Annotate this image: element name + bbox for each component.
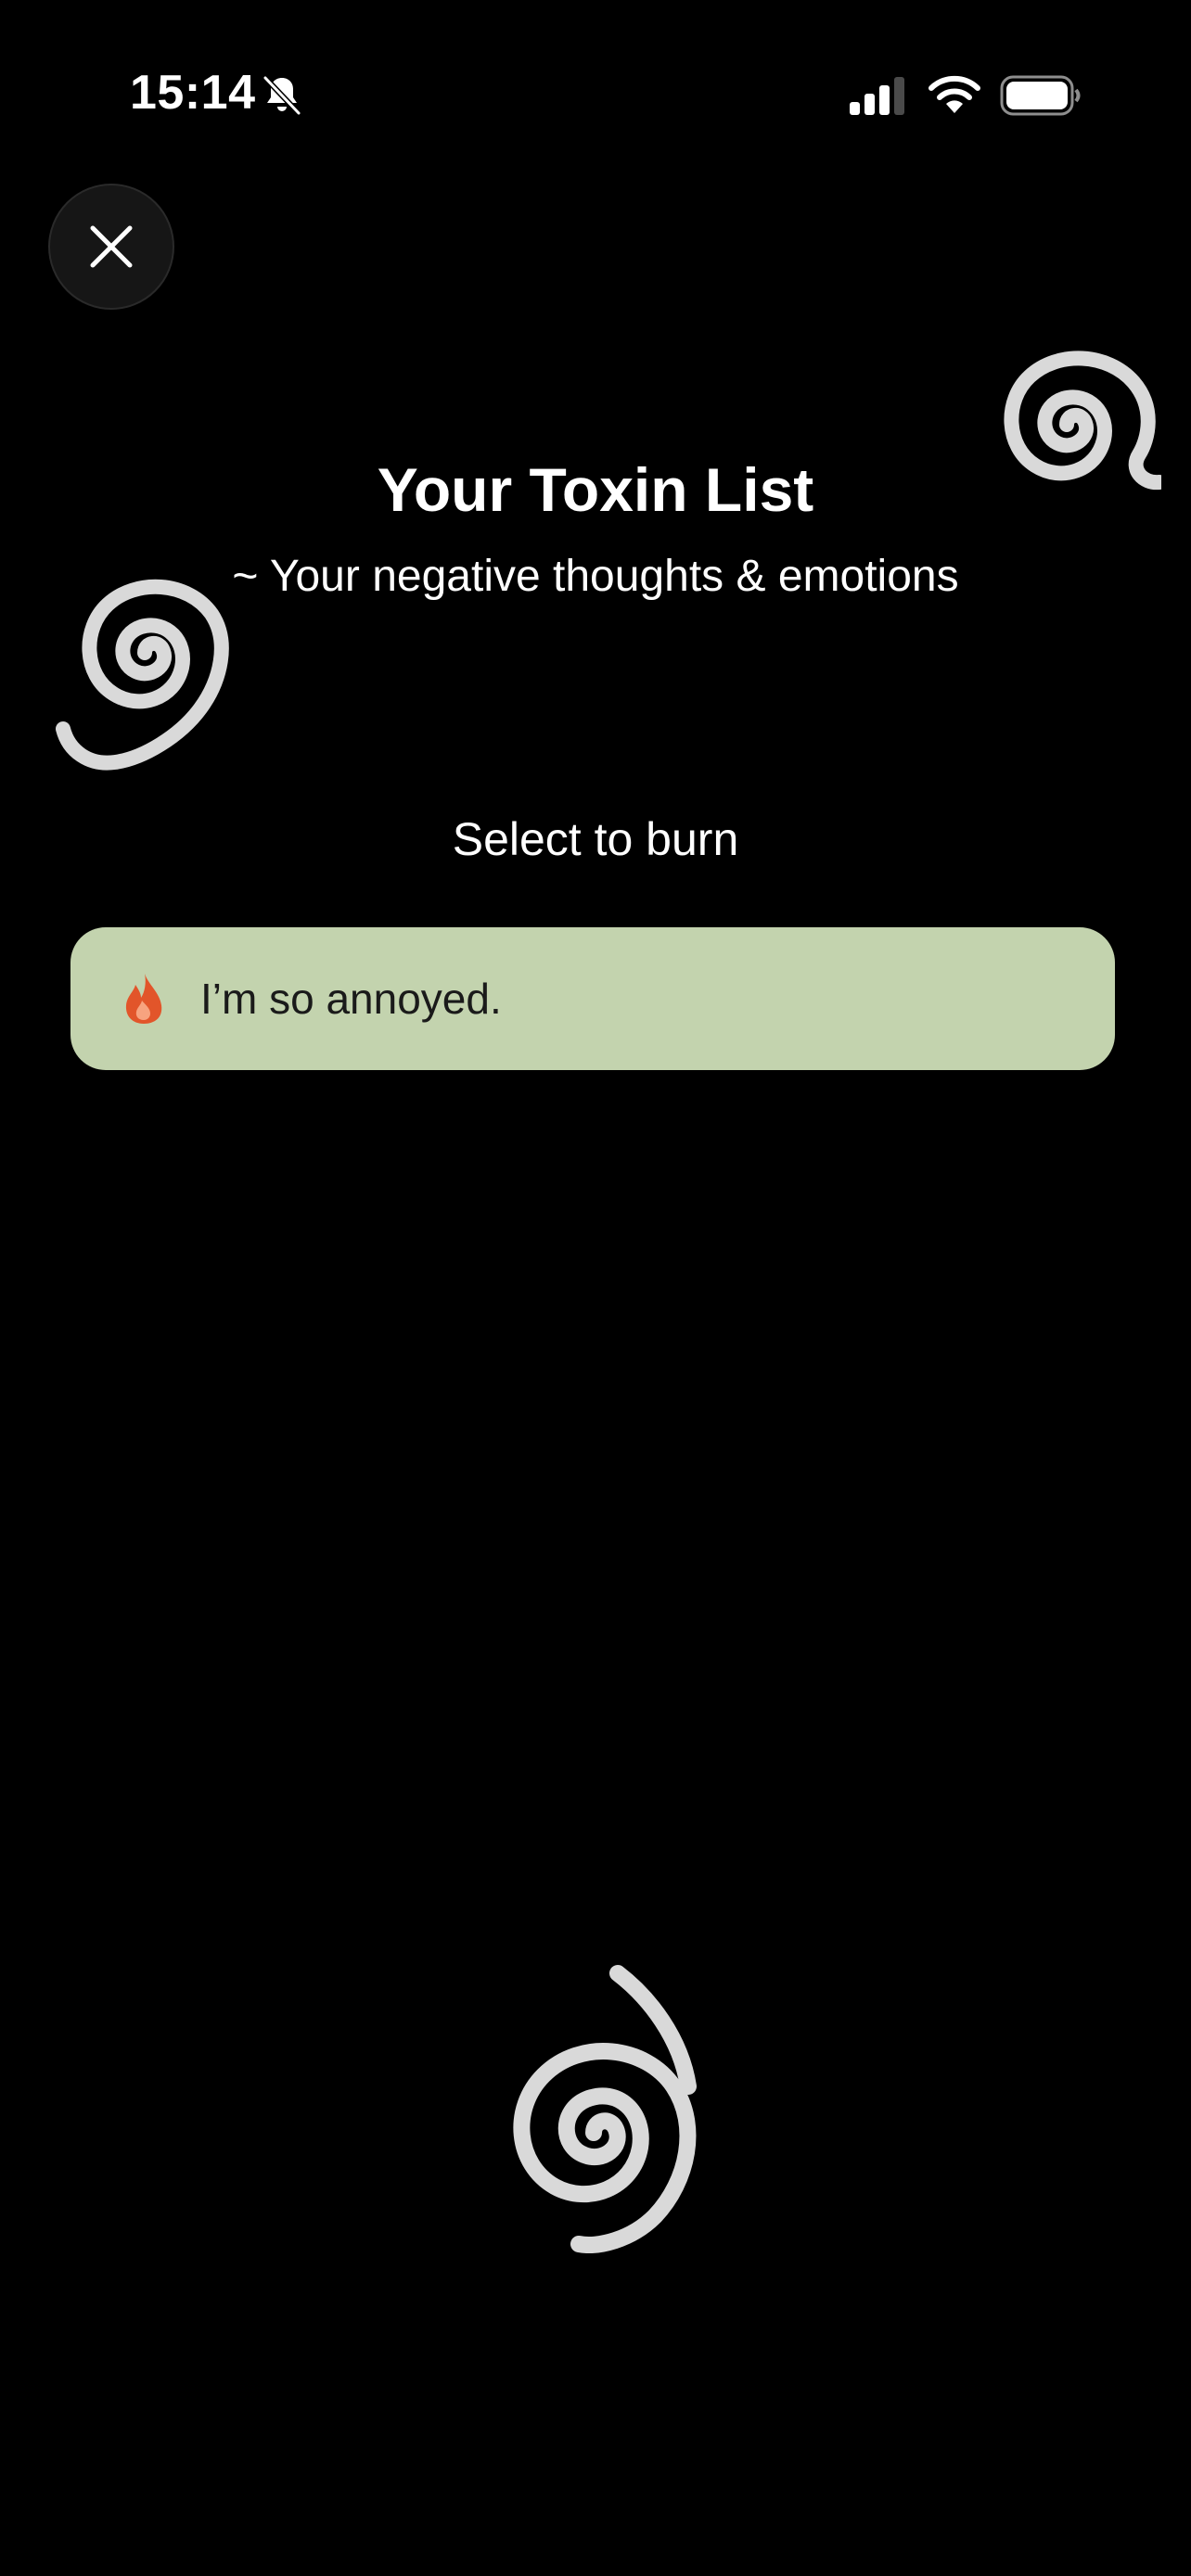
toxin-list-item[interactable]: I’m so annoyed.	[70, 927, 1115, 1070]
status-bar: 15:14	[0, 0, 1191, 148]
status-time: 15:14	[130, 66, 256, 120]
toxin-item-text: I’m so annoyed.	[200, 975, 502, 1023]
battery-icon	[1000, 75, 1081, 116]
cellular-signal-icon	[850, 77, 904, 115]
close-button[interactable]	[48, 184, 174, 310]
page-title: Your Toxin List	[377, 455, 814, 524]
select-to-burn-label: Select to burn	[452, 813, 739, 865]
flame-icon	[125, 974, 162, 1024]
page-subtitle: ~ Your negative thoughts & emotions	[232, 552, 959, 601]
swirl-decoration-bottom	[513, 1965, 697, 2253]
close-icon	[90, 225, 133, 268]
bell-slash-icon	[263, 75, 301, 116]
wifi-icon	[928, 75, 980, 113]
